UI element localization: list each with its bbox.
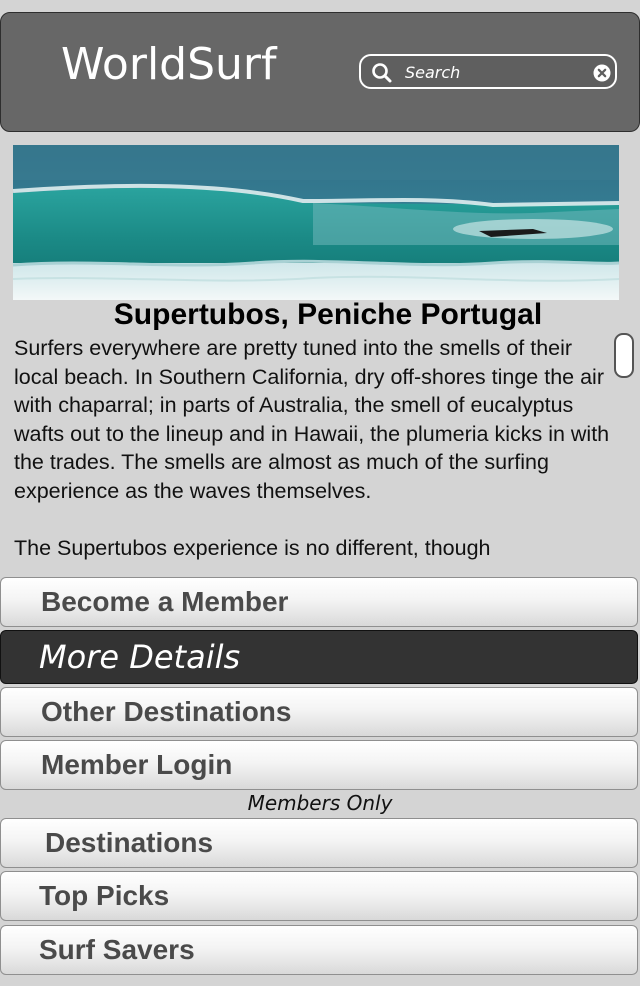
app-header: WorldSurf [0,12,640,132]
article-paragraph: Surfers everywhere are pretty tuned into… [14,336,610,503]
more-details-button[interactable]: More Details [0,630,638,684]
destinations-button[interactable]: Destinations [0,818,638,868]
article-paragraph: The Supertubos experience is no differen… [14,535,491,560]
search-icon [372,63,392,83]
article-title: Supertubos, Peniche Portugal [113,298,543,331]
article-body: Surfers everywhere are pretty tuned into… [14,334,614,576]
members-only-label: Members Only [247,791,393,815]
app-title: WorldSurf [61,39,277,90]
wave-illustration [13,145,619,300]
clear-search-icon[interactable] [593,64,611,82]
hero-wave-image [13,145,619,300]
top-picks-button[interactable]: Top Picks [0,871,638,921]
search-box[interactable] [359,54,617,89]
article-scrollbar[interactable] [614,333,634,378]
search-input[interactable] [405,60,585,84]
other-destinations-button[interactable]: Other Destinations [0,687,638,737]
surf-savers-button[interactable]: Surf Savers [0,925,638,975]
become-member-button[interactable]: Become a Member [0,577,638,627]
member-login-button[interactable]: Member Login [0,740,638,790]
